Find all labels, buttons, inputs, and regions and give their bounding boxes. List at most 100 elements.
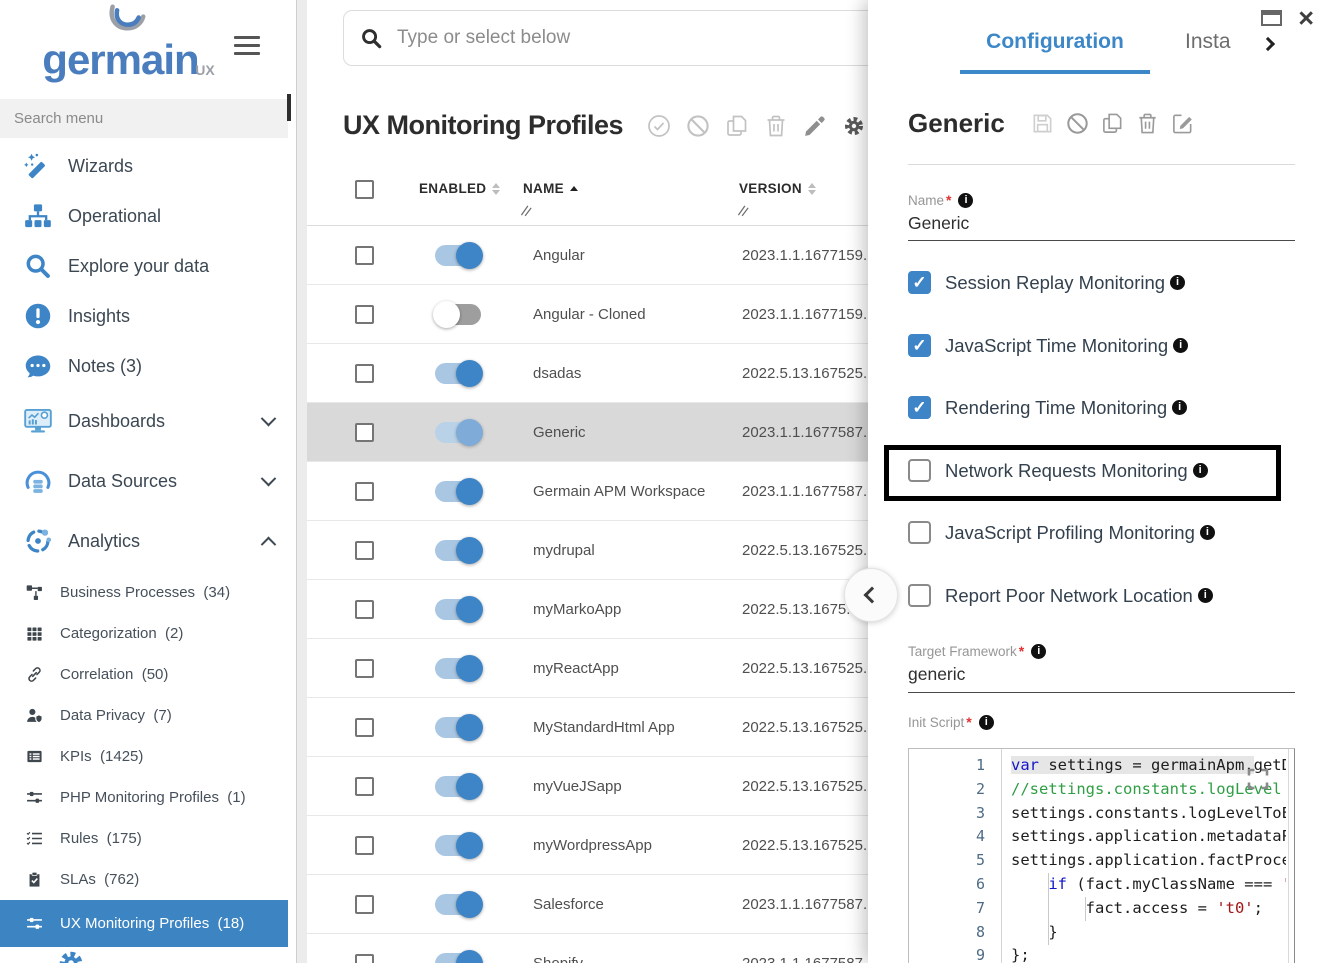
row-checkbox[interactable] [355, 423, 374, 442]
row-checkbox[interactable] [355, 836, 374, 855]
sidebar-item-analytics[interactable]: Analytics [0, 511, 288, 571]
checkbox[interactable]: ✓ [908, 396, 931, 419]
option-javascript-profiling-monitoring[interactable]: ✓JavaScript Profiling Monitoringi [908, 521, 1215, 544]
table-row-angular[interactable]: Angular2023.1.1.1677159. [307, 226, 927, 285]
column-version[interactable]: VERSION [739, 181, 816, 196]
ban-icon[interactable] [1066, 112, 1089, 135]
sidebar-item-slas[interactable]: SLAs (762) [0, 859, 288, 900]
tab-installation[interactable]: Insta [1185, 30, 1231, 54]
option-network-requests-monitoring[interactable]: ✓Network Requests Monitoringi [908, 459, 1208, 482]
editor-code[interactable]: var settings = germainApm.getDef//settin… [1002, 754, 1286, 963]
sidebar-item-dashboards[interactable]: Dashboards [0, 391, 288, 451]
checkbox[interactable]: ✓ [908, 334, 931, 357]
info-icon[interactable]: i [1031, 644, 1046, 659]
edit-icon[interactable] [803, 114, 827, 138]
option-session-replay-monitoring[interactable]: ✓Session Replay Monitoringi [908, 271, 1185, 294]
table-row-mymarkoapp[interactable]: myMarkoApp2022.5.13.1675.. [307, 580, 927, 639]
option-report-poor-network-location[interactable]: ✓Report Poor Network Locationi [908, 584, 1213, 607]
enabled-toggle[interactable] [435, 245, 481, 266]
row-checkbox[interactable] [355, 659, 374, 678]
table-row-dsadas[interactable]: dsadas2022.5.13.167525. [307, 344, 927, 403]
sidebar-item-rules[interactable]: Rules (175) [0, 818, 288, 859]
column-enabled[interactable]: ENABLED [419, 181, 500, 196]
checkbox[interactable]: ✓ [908, 271, 931, 294]
enabled-toggle[interactable] [435, 658, 481, 679]
sidebar-item-categorization[interactable]: Categorization (2) [0, 613, 288, 654]
ban-icon[interactable] [686, 114, 710, 138]
enabled-toggle[interactable] [435, 599, 481, 620]
sidebar-item-ux-monitoring-profiles[interactable]: UX Monitoring Profiles (18) [0, 900, 288, 947]
table-row-generic[interactable]: Generic2023.1.1.1677587. [307, 403, 927, 462]
info-icon[interactable]: i [1200, 525, 1215, 540]
maximize-icon[interactable] [1261, 10, 1282, 26]
row-checkbox[interactable] [355, 718, 374, 737]
enabled-toggle[interactable] [435, 540, 481, 561]
enabled-toggle[interactable] [435, 422, 481, 443]
info-icon[interactable]: i [958, 193, 973, 208]
sidebar-scrollbar-thumb[interactable] [287, 94, 291, 121]
save-icon[interactable] [1031, 112, 1054, 135]
trash-icon[interactable] [1136, 112, 1159, 135]
trash-icon[interactable] [764, 114, 788, 138]
info-icon[interactable]: i [1193, 463, 1208, 478]
enabled-toggle[interactable] [435, 717, 481, 738]
sidebar-item-notes-3[interactable]: Notes (3) [0, 341, 288, 391]
tab-configuration[interactable]: Configuration [960, 30, 1150, 54]
copy-icon[interactable] [1101, 112, 1124, 135]
info-icon[interactable]: i [979, 715, 994, 730]
table-row-germain-apm-workspace[interactable]: Germain APM Workspace2023.1.1.1677587. [307, 462, 927, 521]
enabled-toggle[interactable] [435, 835, 481, 856]
main-search-input[interactable] [397, 27, 896, 49]
collapse-panel-button[interactable] [844, 568, 898, 622]
close-icon[interactable]: × [1298, 8, 1314, 28]
option-javascript-time-monitoring[interactable]: ✓JavaScript Time Monitoringi [908, 334, 1188, 357]
sidebar-item-insights[interactable]: Insights [0, 291, 288, 341]
row-checkbox[interactable] [355, 482, 374, 501]
approve-icon[interactable] [647, 114, 671, 138]
info-icon[interactable]: i [1170, 275, 1185, 290]
sidebar-item-kpis[interactable]: KPIs (1425) [0, 736, 288, 777]
info-icon[interactable]: i [1198, 588, 1213, 603]
enabled-toggle[interactable] [435, 481, 481, 502]
chevron-right-icon[interactable] [1261, 37, 1275, 51]
sidebar-item-php-monitoring-profiles[interactable]: PHP Monitoring Profiles (1) [0, 777, 288, 818]
enabled-toggle[interactable] [435, 363, 481, 384]
edit-box-icon[interactable] [1171, 112, 1194, 135]
table-row-angular-cloned[interactable]: Angular - Cloned2023.1.1.1677159. [307, 285, 927, 344]
sidebar-item-data-sources[interactable]: Data Sources [0, 451, 288, 511]
table-row-mystandardhtml-app[interactable]: MyStandardHtml App2022.5.13.167525. [307, 698, 927, 757]
row-checkbox[interactable] [355, 305, 374, 324]
table-row-salesforce[interactable]: Salesforce2023.1.1.1677587. [307, 875, 927, 934]
row-checkbox[interactable] [355, 364, 374, 383]
info-icon[interactable]: i [1173, 338, 1188, 353]
enabled-toggle[interactable] [435, 776, 481, 797]
checkbox[interactable]: ✓ [908, 584, 931, 607]
app-logo[interactable]: germainUX [28, 4, 213, 80]
sidebar-item-correlation[interactable]: Correlation (50) [0, 654, 288, 695]
enabled-toggle[interactable] [435, 304, 481, 325]
checkbox[interactable]: ✓ [908, 521, 931, 544]
row-checkbox[interactable] [355, 895, 374, 914]
sidebar-item-data-privacy[interactable]: Data Privacy (7) [0, 695, 288, 736]
init-script-editor[interactable]: 123456789 var settings = germainApm.getD… [908, 748, 1295, 963]
table-row-shopify[interactable]: Shopify2023.1.1.1677587. [307, 934, 927, 963]
row-checkbox[interactable] [355, 541, 374, 560]
editor-scrollbar[interactable] [1288, 749, 1289, 963]
settings-icon[interactable] [842, 114, 866, 138]
sidebar-item-explore-your-data[interactable]: Explore your data [0, 241, 288, 291]
filter-version-icon[interactable] [737, 204, 750, 217]
sidebar-item-operational[interactable]: Operational [0, 191, 288, 241]
row-checkbox[interactable] [355, 600, 374, 619]
copy-icon[interactable] [725, 114, 749, 138]
sidebar-item-wizards[interactable]: Wizards [0, 141, 288, 191]
sidebar-item-business-processes[interactable]: Business Processes (34) [0, 572, 288, 613]
option-rendering-time-monitoring[interactable]: ✓Rendering Time Monitoringi [908, 396, 1187, 419]
row-checkbox[interactable] [355, 777, 374, 796]
table-row-myreactapp[interactable]: myReactApp2022.5.13.167525. [307, 639, 927, 698]
expand-icon[interactable] [1246, 767, 1270, 791]
row-checkbox[interactable] [355, 246, 374, 265]
checkbox[interactable]: ✓ [908, 459, 931, 482]
select-all-checkbox[interactable] [355, 180, 374, 199]
table-row-mywordpressapp[interactable]: myWordpressApp2022.5.13.167525. [307, 816, 927, 875]
sidebar-search-input[interactable] [0, 99, 288, 138]
